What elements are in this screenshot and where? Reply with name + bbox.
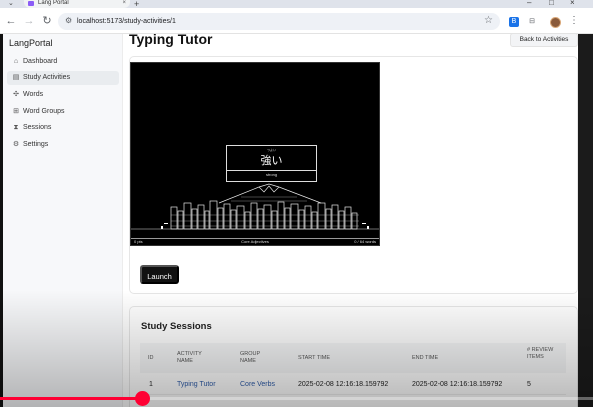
activity-card: つよい 強い strong 0 pts Core Adjectives 0 / … [129, 56, 578, 294]
sidebar-item-label: Settings [23, 141, 49, 148]
browser-tab[interactable]: Lang Portal × [24, 0, 130, 8]
sidebar-item-label: Word Groups [23, 108, 65, 115]
column-header-start-time: Start Time [298, 355, 330, 361]
study-sessions-title: Study Sessions [141, 321, 212, 332]
sidebar: LangPortal ⌂ Dashboard ▤ Study Activitie… [3, 34, 123, 407]
browser-tab-strip: ⌄ Lang Portal × + – □ × [0, 0, 593, 9]
extensions-puzzle-icon[interactable]: ⊟ [527, 17, 537, 27]
bookmark-star-icon[interactable]: ☆ [484, 15, 493, 26]
game-hud: 0 pts Core Adjectives 0 / 64 words [131, 238, 379, 245]
word-japanese: 強い [260, 155, 283, 167]
gear-icon: ⚙ [12, 141, 20, 148]
reload-icon[interactable]: ↻ [40, 14, 54, 28]
session-activity-link[interactable]: Typing Tutor [177, 381, 216, 388]
sidebar-item-label: Study Activities [23, 74, 71, 81]
table-row[interactable]: 1 Typing Tutor Core Verbs 2025-02-08 12:… [140, 373, 566, 395]
page-title: Typing Tutor [129, 34, 213, 47]
sidebar-item-dashboard[interactable]: ⌂ Dashboard [7, 55, 119, 69]
sidebar-item-label: Dashboard [23, 58, 58, 65]
minimize-icon[interactable]: – [527, 0, 531, 7]
site-info-icon[interactable]: ⚙ [65, 16, 75, 26]
tab-search-icon[interactable]: ⌄ [8, 0, 14, 7]
profile-avatar[interactable] [550, 17, 561, 28]
sidebar-item-sessions[interactable]: ⧗ Sessions [7, 121, 119, 135]
hourglass-icon: ⧗ [13, 124, 19, 131]
browser-toolbar: ← → ↻ ⚙ localhost:5173/study-activities/… [0, 8, 593, 34]
maximize-icon[interactable]: □ [549, 0, 554, 7]
sidebar-item-label: Sessions [23, 124, 52, 131]
brand-title: LangPortal [9, 38, 53, 48]
column-header-review-items: # Review Items [527, 347, 554, 360]
address-url[interactable]: localhost:5173/study-activities/1 [77, 16, 176, 27]
sidebar-item-study-activities[interactable]: ▤ Study Activities [7, 71, 119, 85]
back-arrow-icon[interactable]: ← [4, 14, 18, 28]
activity-preview-image: つよい 強い strong 0 pts Core Adjectives 0 / … [130, 62, 380, 246]
session-group-link[interactable]: Core Verbs [240, 381, 275, 388]
launch-button[interactable]: Launch [140, 265, 179, 284]
hud-group: Core Adjectives [241, 239, 269, 244]
sidebar-item-settings[interactable]: ⚙ Settings [7, 138, 119, 152]
app-page: LangPortal ⌂ Dashboard ▤ Study Activitie… [3, 34, 578, 407]
browser-tab-title: Lang Portal [38, 0, 69, 6]
column-header-id: ID [148, 355, 154, 361]
sidebar-item-words[interactable]: ✣ Words [7, 88, 119, 102]
puzzle-icon: ✣ [13, 91, 19, 98]
column-header-activity: Activity Name [177, 351, 202, 364]
table-header: ID Activity Name Group Name Start Time E… [140, 343, 566, 373]
study-sessions-card: Study Sessions ID Activity Name Group Na… [129, 306, 578, 407]
video-progress-fill [0, 397, 143, 400]
hud-word-count: 0 / 64 words [354, 239, 376, 244]
main-content: Typing Tutor Back to Activities つよい 強い s… [123, 34, 578, 407]
tab-close-icon[interactable]: × [122, 0, 126, 7]
column-header-group: Group Name [240, 351, 261, 364]
session-end-time: 2025-02-08 12:16:18.159792 [412, 381, 503, 388]
column-header-end-time: End Time [412, 355, 439, 361]
word-prompt-box: つよい 強い strong [226, 145, 317, 182]
browser-menu-icon[interactable]: ⋮ [569, 15, 579, 26]
session-review-items: 5 [527, 381, 531, 388]
session-id: 1 [149, 381, 153, 388]
sitemap-icon: ⊞ [13, 108, 19, 115]
extension-b-icon[interactable]: B [509, 17, 519, 27]
address-bar[interactable]: ⚙ localhost:5173/study-activities/1 ☆ [58, 13, 500, 30]
home-icon: ⌂ [13, 58, 19, 65]
close-window-icon[interactable]: × [570, 0, 575, 7]
forward-arrow-icon[interactable]: → [22, 14, 36, 28]
sidebar-item-label: Words [23, 91, 44, 98]
back-to-activities-button[interactable]: Back to Activities [510, 34, 578, 47]
word-divider [227, 170, 316, 171]
adjacent-window-edge [578, 34, 593, 407]
app-logo-icon [28, 1, 34, 6]
session-start-time: 2025-02-08 12:16:18.159792 [298, 381, 389, 388]
word-meaning: strong [265, 172, 278, 177]
book-icon: ▤ [12, 74, 20, 81]
sidebar-item-word-groups[interactable]: ⊞ Word Groups [7, 105, 119, 119]
